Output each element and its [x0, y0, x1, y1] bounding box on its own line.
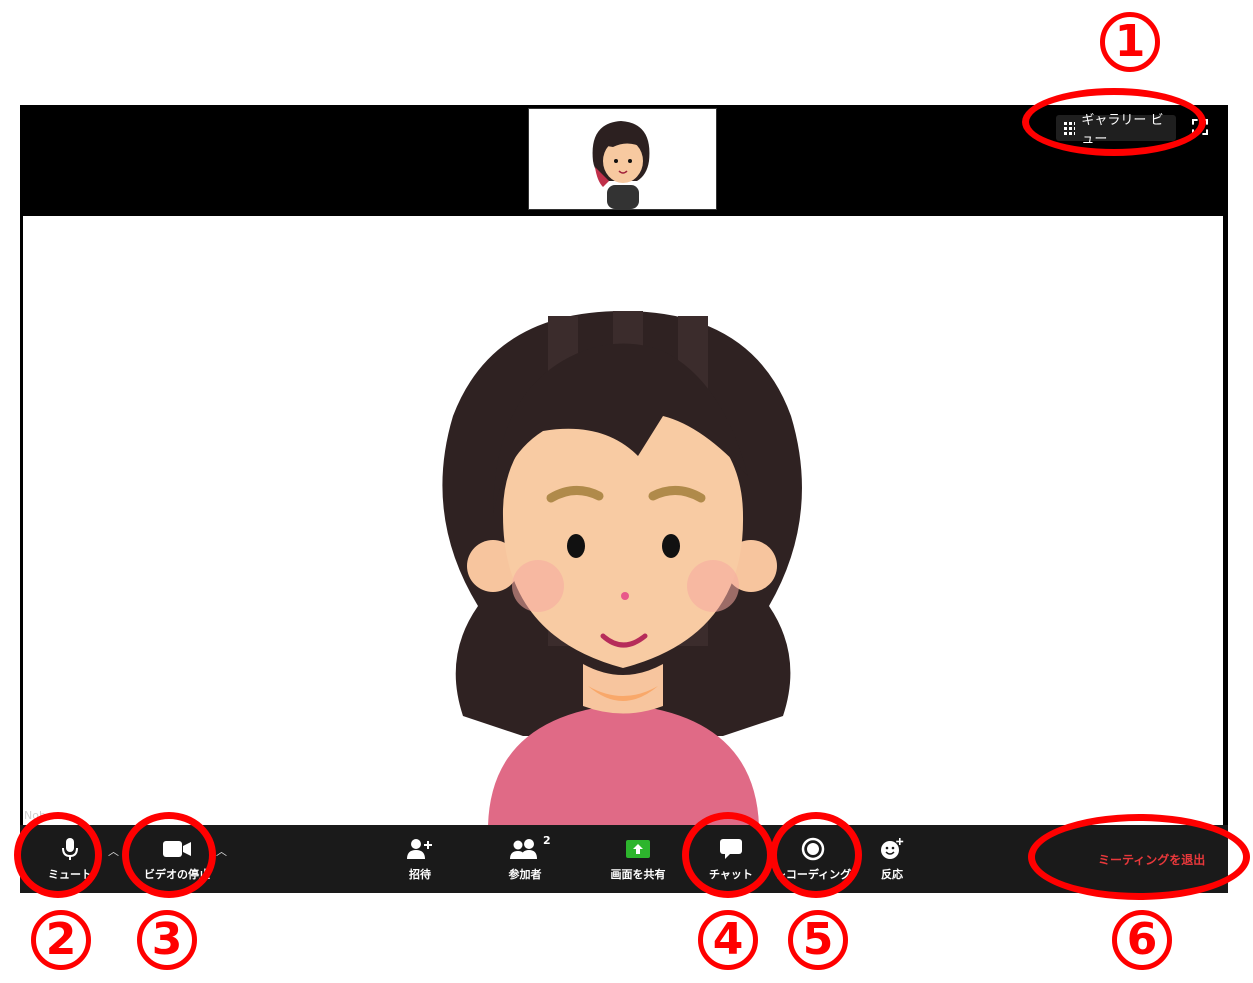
- annotation-number-2: 2: [31, 910, 91, 970]
- annotation-circle-1: [1022, 88, 1206, 156]
- annotation-circle-3: [122, 812, 216, 898]
- participants-button[interactable]: 2 参加者: [500, 825, 551, 893]
- add-reaction-icon: [879, 836, 905, 862]
- annotation-number-5: 5: [788, 910, 848, 970]
- participants-label: 参加者: [508, 868, 542, 881]
- annotation-circle-4: [682, 812, 774, 898]
- annotation-circle-5: [770, 812, 862, 898]
- zoom-meeting-window: ギャラリー ビュー Nob... ... ミュート ︿ ビデオの停止 ︿ 招待 …: [20, 105, 1228, 893]
- participants-count-badge: 2: [543, 834, 551, 847]
- annotation-number-1: 1: [1100, 12, 1160, 72]
- invite-label: 招待: [409, 868, 431, 881]
- reactions-button[interactable]: 反応: [872, 825, 912, 893]
- self-view-thumbnail[interactable]: [528, 108, 717, 210]
- annotation-number-4: 4: [698, 910, 758, 970]
- share-screen-icon: [625, 836, 651, 862]
- annotation-circle-2: [14, 812, 102, 898]
- self-view-avatar: [529, 109, 716, 209]
- reactions-label: 反応: [881, 868, 903, 881]
- annotation-number-6: 6: [1112, 910, 1172, 970]
- annotation-circle-6: [1028, 814, 1250, 900]
- share-screen-label: 画面を共有: [610, 868, 666, 881]
- video-options-chevron-up-icon[interactable]: ︿: [216, 843, 227, 859]
- active-speaker-video: [23, 216, 1223, 826]
- invite-button[interactable]: 招待: [400, 825, 440, 893]
- speaker-avatar: [23, 216, 1223, 826]
- add-user-icon: [406, 836, 434, 862]
- annotation-number-3: 3: [137, 910, 197, 970]
- audio-options-chevron-up-icon[interactable]: ︿: [108, 843, 119, 859]
- share-screen-button[interactable]: 画面を共有: [605, 825, 671, 893]
- participants-icon: 2: [509, 834, 551, 862]
